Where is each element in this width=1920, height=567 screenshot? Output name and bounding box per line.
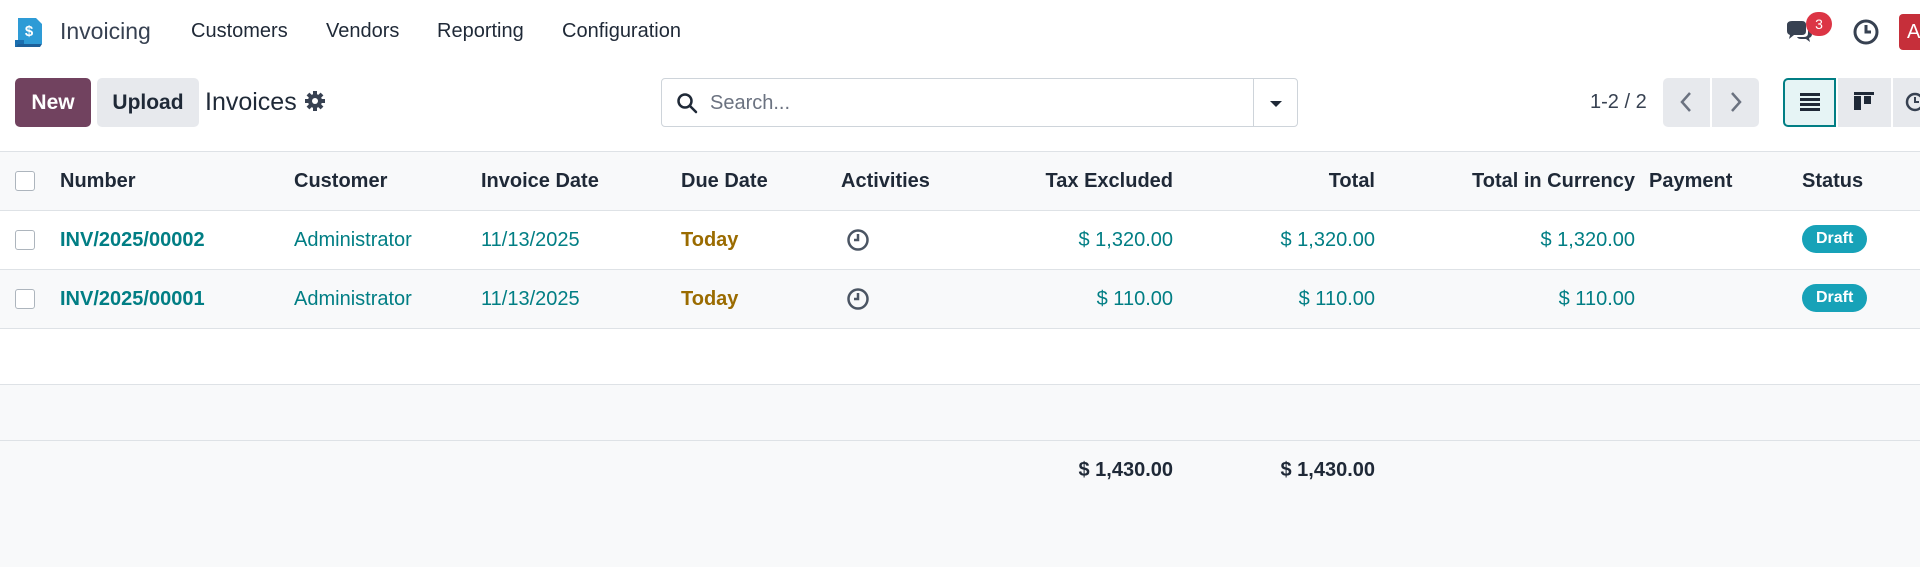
search-input[interactable]: [710, 87, 1230, 119]
invoice-number[interactable]: INV/2025/00002: [60, 229, 205, 252]
table-header: Number Customer Invoice Date Due Date Ac…: [0, 152, 1920, 211]
caret-down-icon: [1270, 101, 1282, 107]
search-options-toggle[interactable]: [1253, 78, 1298, 127]
control-panel: New Upload Invoices 1-2 / 2: [0, 64, 1920, 152]
clock-view-icon: [1905, 92, 1920, 112]
empty-row: [0, 385, 1920, 441]
kanban-view-icon: [1854, 92, 1874, 110]
invoice-date: 11/13/2025: [481, 288, 580, 310]
invoice-number[interactable]: INV/2025/00001: [60, 288, 205, 311]
invoice-date: 11/13/2025: [481, 229, 580, 251]
customer-name[interactable]: Administrator: [294, 229, 412, 252]
column-header-payment[interactable]: Payment: [1649, 170, 1732, 193]
invoicing-app-icon[interactable]: $: [12, 14, 46, 48]
messages-count-badge: 3: [1806, 12, 1832, 36]
column-header-invoice-date[interactable]: Invoice Date: [481, 170, 599, 193]
kanban-view-button[interactable]: [1838, 78, 1891, 127]
search-bar[interactable]: [661, 78, 1257, 127]
new-button[interactable]: New: [15, 78, 91, 127]
gear-icon[interactable]: [304, 90, 326, 112]
activity-clock-icon[interactable]: [1851, 17, 1881, 47]
row-checkbox[interactable]: [15, 230, 35, 250]
total-in-currency-amount: $ 110.00: [1558, 288, 1635, 310]
due-date: Today: [681, 288, 739, 310]
list-view-icon: [1800, 93, 1820, 111]
menu-reporting[interactable]: Reporting: [437, 20, 524, 43]
status-badge: Draft: [1802, 225, 1868, 253]
column-header-number[interactable]: Number: [60, 170, 136, 193]
column-header-tax-excluded[interactable]: Tax Excluded: [1000, 170, 1173, 193]
tax-excluded-amount: $ 1,320.00: [1078, 229, 1173, 251]
total-amount: $ 110.00: [1298, 288, 1375, 310]
activity-clock-icon[interactable]: [846, 287, 870, 311]
table-row[interactable]: INV/2025/00002 Administrator 11/13/2025 …: [0, 211, 1920, 270]
app-name[interactable]: Invoicing: [60, 18, 151, 45]
table-row[interactable]: INV/2025/00001 Administrator 11/13/2025 …: [0, 270, 1920, 329]
menu-configuration[interactable]: Configuration: [562, 20, 681, 43]
sum-tax-excluded: $ 1,430.00: [1078, 459, 1173, 481]
total-amount: $ 1,320.00: [1280, 229, 1375, 251]
page-title: Invoices: [205, 88, 297, 116]
column-header-activities[interactable]: Activities: [841, 170, 930, 193]
search-icon: [677, 93, 698, 114]
activity-view-button[interactable]: [1893, 78, 1920, 127]
column-header-total-in-currency[interactable]: Total in Currency: [1400, 170, 1635, 193]
menu-vendors[interactable]: Vendors: [326, 20, 399, 43]
table-footer-totals: $ 1,430.00 $ 1,430.00: [0, 441, 1920, 561]
svg-text:$: $: [25, 23, 34, 40]
total-in-currency-amount: $ 1,320.00: [1540, 229, 1635, 251]
list-view-button[interactable]: [1783, 78, 1836, 127]
sum-total: $ 1,430.00: [1280, 459, 1375, 481]
column-header-due-date[interactable]: Due Date: [681, 170, 768, 193]
menu-customers[interactable]: Customers: [191, 20, 288, 43]
column-header-customer[interactable]: Customer: [294, 170, 387, 193]
status-badge: Draft: [1802, 284, 1868, 312]
chevron-left-icon: [1680, 92, 1691, 112]
upload-button[interactable]: Upload: [97, 78, 199, 127]
column-header-status[interactable]: Status: [1802, 170, 1863, 193]
column-header-total[interactable]: Total: [1200, 170, 1375, 193]
customer-name[interactable]: Administrator: [294, 288, 412, 311]
empty-row: [0, 329, 1920, 385]
activity-clock-icon[interactable]: [846, 228, 870, 252]
pager-value[interactable]: 1-2 / 2: [1590, 91, 1647, 114]
row-checkbox[interactable]: [15, 289, 35, 309]
pager-next-button[interactable]: [1712, 78, 1759, 127]
user-avatar[interactable]: A: [1899, 14, 1920, 50]
select-all-checkbox[interactable]: [15, 171, 35, 191]
tax-excluded-amount: $ 110.00: [1096, 288, 1173, 310]
chevron-right-icon: [1731, 92, 1742, 112]
due-date: Today: [681, 229, 739, 251]
top-navbar: $ Invoicing Customers Vendors Reporting …: [0, 0, 1920, 64]
pager-previous-button[interactable]: [1663, 78, 1710, 127]
